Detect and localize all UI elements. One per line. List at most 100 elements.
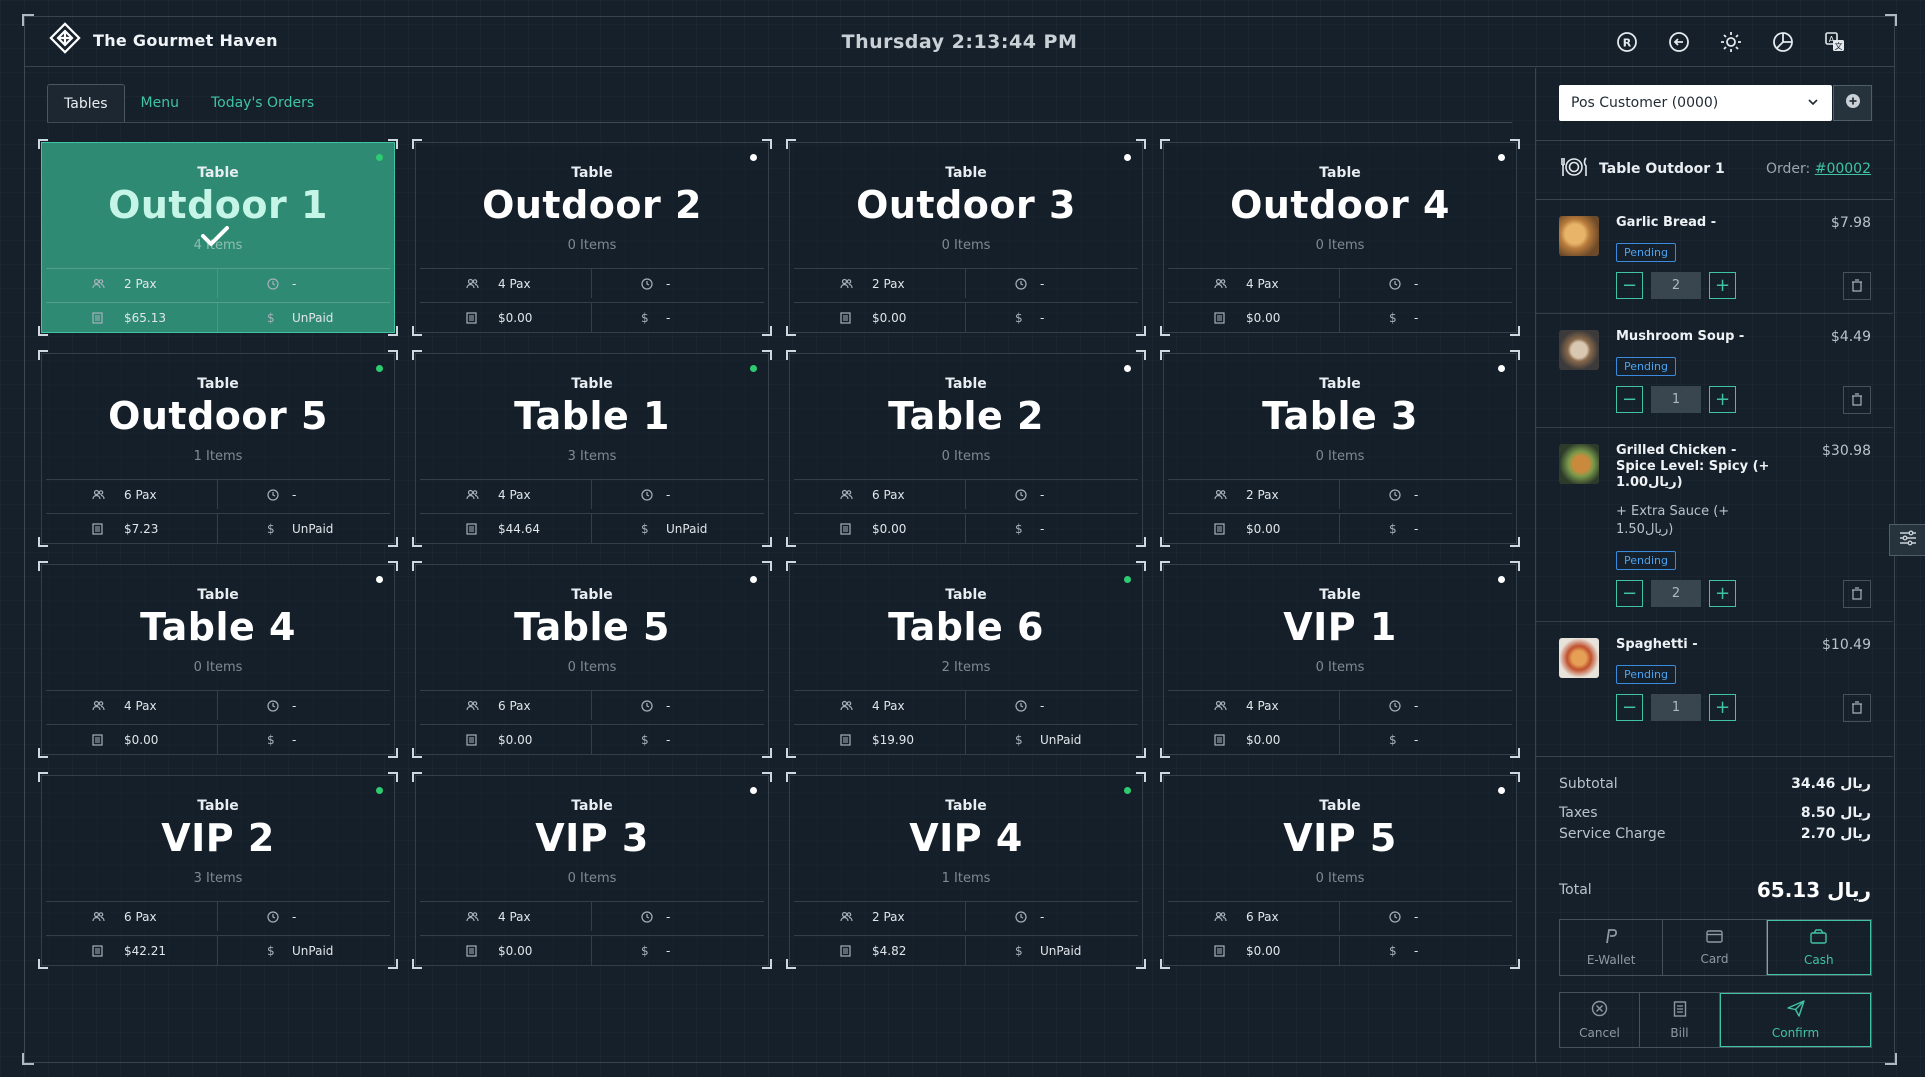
delete-item-button[interactable] [1843, 386, 1871, 414]
receipt-icon [466, 733, 477, 746]
dollar-icon: $ [1015, 521, 1023, 536]
delete-item-button[interactable] [1843, 580, 1871, 608]
order-number-link[interactable]: #00002 [1815, 161, 1871, 177]
card-corner [762, 561, 772, 571]
table-card-outdoor-2[interactable]: Table Outdoor 2 0 Items 4 Pax - $0.00 $ … [412, 139, 772, 336]
table-card-label: Table [1319, 587, 1361, 603]
registered-icon[interactable]: R [1612, 27, 1642, 57]
pax-count: 4 Pax [1246, 698, 1279, 713]
table-card-outdoor-4[interactable]: Table Outdoor 4 0 Items 4 Pax - $0.00 $ … [1160, 139, 1520, 336]
pax-count: 2 Pax [872, 909, 905, 924]
card-corner [1136, 772, 1146, 782]
increase-quantity-button[interactable]: + [1709, 272, 1736, 299]
tab-tables[interactable]: Tables [47, 84, 125, 122]
table-card-vip-5[interactable]: Table VIP 5 0 Items 6 Pax - $0.00 $ - [1160, 772, 1520, 969]
pax-count: 4 Pax [498, 909, 531, 924]
table-card-table-1[interactable]: Table Table 1 3 Items 4 Pax - $44.64 $ U… [412, 350, 772, 547]
item-thumbnail [1559, 330, 1599, 370]
e-wallet-button[interactable]: E-Wallet [1560, 920, 1664, 975]
card-corner [1510, 561, 1520, 571]
payment-status: - [1040, 521, 1045, 536]
decrease-quantity-button[interactable]: − [1616, 580, 1643, 607]
bill-amount: $42.21 [124, 943, 166, 958]
svg-text:R: R [1623, 37, 1632, 50]
elapsed-time: - [1414, 276, 1419, 291]
customer-select[interactable]: Pos Customer (0000) [1559, 85, 1832, 121]
table-card-vip-2[interactable]: Table VIP 2 3 Items 6 Pax - $42.21 $ UnP… [38, 772, 398, 969]
table-card-name: Outdoor 1 [108, 183, 328, 227]
cash-button[interactable]: Cash [1766, 920, 1871, 975]
table-card-table-4[interactable]: Table Table 4 0 Items 4 Pax - $0.00 $ - [38, 561, 398, 758]
payment-status: - [292, 732, 297, 747]
receipt-icon [1214, 311, 1225, 324]
dollar-icon: $ [1015, 732, 1023, 747]
table-card-row-guests: 6 Pax - [420, 690, 764, 720]
increase-quantity-button[interactable]: + [1709, 580, 1736, 607]
increase-quantity-button[interactable]: + [1709, 694, 1736, 721]
table-card-table-6[interactable]: Table Table 6 2 Items 4 Pax - $19.90 $ U… [786, 561, 1146, 758]
table-card-row-guests: 4 Pax - [794, 690, 1138, 720]
table-card-outdoor-5[interactable]: Table Outdoor 5 1 Items 6 Pax - $7.23 $ … [38, 350, 398, 547]
table-card-label: Table [1319, 376, 1361, 392]
dollar-icon: $ [1389, 732, 1397, 747]
add-customer-button[interactable] [1833, 85, 1872, 121]
back-arrow-icon[interactable] [1664, 27, 1694, 57]
table-card-items: 1 Items [193, 449, 243, 464]
table-card-vip-3[interactable]: Table VIP 3 0 Items 4 Pax - $0.00 $ - [412, 772, 772, 969]
card-corner [1510, 350, 1520, 360]
delete-item-button[interactable] [1843, 272, 1871, 300]
table-card-vip-4[interactable]: Table VIP 4 1 Items 2 Pax - $4.82 $ UnPa… [786, 772, 1146, 969]
users-icon [1214, 489, 1227, 500]
status-badge: Pending [1616, 665, 1676, 684]
table-card-label: Table [197, 165, 239, 181]
order-panel: Pos Customer (0000) Table Outdoor 1 Orde… [1535, 68, 1893, 1062]
order-item: Spaghetti - $10.49 Pending − 1 + [1536, 622, 1893, 736]
table-card-items: 0 Items [1315, 238, 1365, 253]
elapsed-time: - [666, 276, 671, 291]
settings-drawer-toggle[interactable] [1889, 524, 1925, 556]
table-card-row-guests: 6 Pax - [46, 901, 390, 931]
payment-status: UnPaid [292, 310, 334, 325]
payment-status: - [1414, 310, 1419, 325]
table-card-vip-1[interactable]: Table VIP 1 0 Items 4 Pax - $0.00 $ - [1160, 561, 1520, 758]
send-icon [1786, 1000, 1805, 1020]
card-button[interactable]: Card [1663, 920, 1767, 975]
status-dot [1498, 576, 1505, 583]
divider [1536, 140, 1893, 141]
table-card-table-5[interactable]: Table Table 5 0 Items 6 Pax - $0.00 $ - [412, 561, 772, 758]
decrease-quantity-button[interactable]: − [1616, 272, 1643, 299]
status-badge: Pending [1616, 357, 1676, 376]
bill-amount: $19.90 [872, 732, 914, 747]
service-charge-value: 2.70 ريال [1800, 826, 1871, 842]
tables-panel: Tables Menu Today's Orders Table Outdoor… [25, 68, 1535, 1062]
cancel-button[interactable]: Cancel [1560, 993, 1640, 1047]
table-card-row-bill: $42.21 $ UnPaid [46, 935, 390, 965]
card-corner [1136, 561, 1146, 571]
pie-chart-icon[interactable] [1768, 27, 1798, 57]
delete-item-button[interactable] [1843, 694, 1871, 722]
increase-quantity-button[interactable]: + [1709, 386, 1736, 413]
table-card-outdoor-1[interactable]: Table Outdoor 1 4 Items 2 Pax - $65.13 $… [38, 139, 398, 336]
table-card-items: 0 Items [1315, 871, 1365, 886]
sun-icon[interactable] [1716, 27, 1746, 57]
total-row: Total 65.13 ريال [1559, 878, 1871, 902]
table-card-label: Table [197, 587, 239, 603]
pax-count: 6 Pax [498, 698, 531, 713]
table-card-table-2[interactable]: Table Table 2 0 Items 6 Pax - $0.00 $ - [786, 350, 1146, 547]
payment-status: - [1414, 732, 1419, 747]
tab-menu[interactable]: Menu [125, 84, 195, 122]
confirm-button[interactable]: Confirm [1720, 993, 1871, 1047]
table-card-outdoor-3[interactable]: Table Outdoor 3 0 Items 2 Pax - $0.00 $ … [786, 139, 1146, 336]
decrease-quantity-button[interactable]: − [1616, 694, 1643, 721]
tab-todays-orders[interactable]: Today's Orders [195, 84, 330, 122]
table-card-table-3[interactable]: Table Table 3 0 Items 2 Pax - $0.00 $ - [1160, 350, 1520, 547]
translate-icon[interactable]: A文 [1820, 27, 1850, 57]
table-card-label: Table [945, 376, 987, 392]
bill-amount: $0.00 [872, 310, 907, 325]
clock-icon [641, 699, 653, 712]
table-card-items: 0 Items [941, 449, 991, 464]
bill-button[interactable]: Bill [1640, 993, 1720, 1047]
decrease-quantity-button[interactable]: − [1616, 386, 1643, 413]
chevron-down-icon [1806, 95, 1820, 113]
table-card-label: Table [571, 798, 613, 814]
